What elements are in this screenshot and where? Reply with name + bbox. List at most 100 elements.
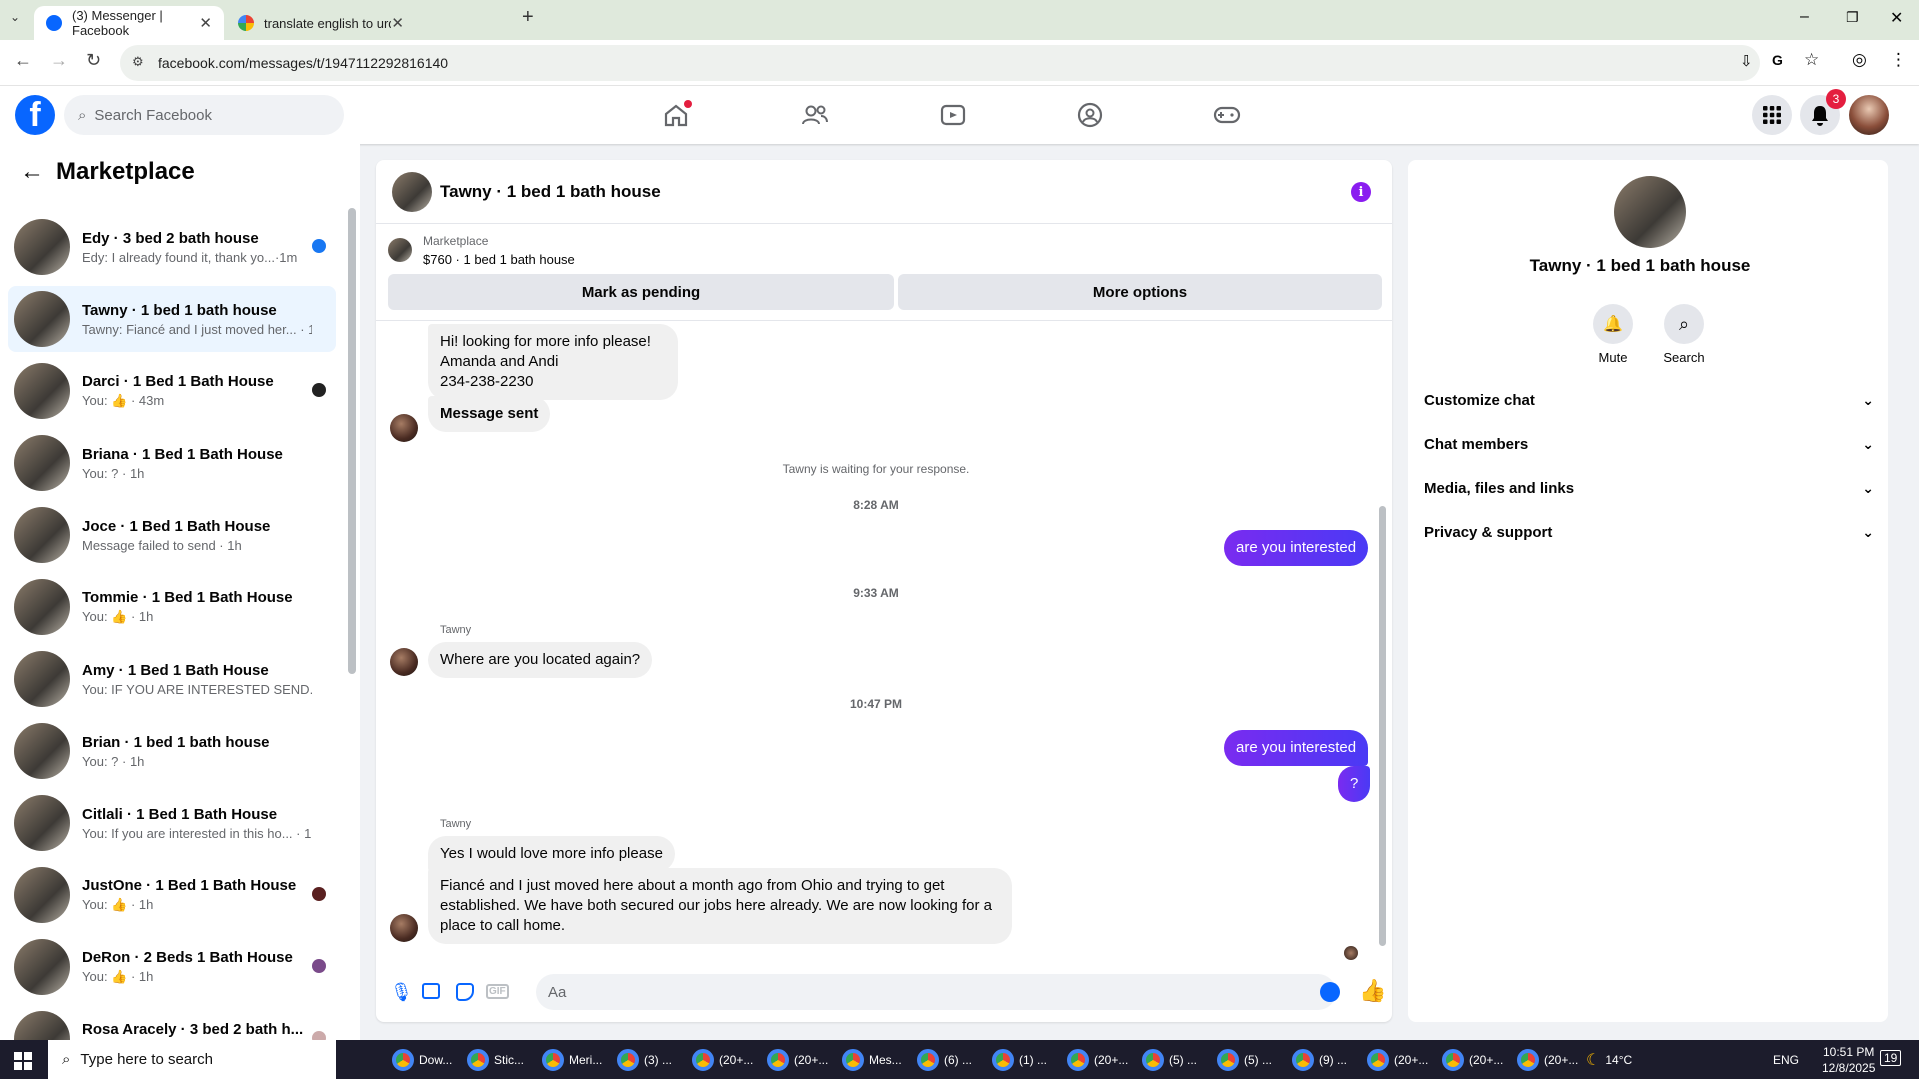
chat-scrollbar[interactable] <box>1379 506 1386 946</box>
groups-nav-icon[interactable] <box>1070 98 1110 132</box>
site-info-icon[interactable]: ⚙ <box>132 54 144 70</box>
taskbar-app[interactable]: (20+... <box>1517 1043 1578 1076</box>
tab-list-chevron-icon[interactable]: ⌄ <box>10 10 20 24</box>
conversation-item[interactable]: Edy · 3 bed 2 bath house Edy: I already f… <box>8 214 336 280</box>
details-photo[interactable] <box>1614 176 1686 248</box>
outgoing-message[interactable]: are you interested <box>1224 530 1369 566</box>
tab-translate[interactable]: translate english to urdu - Goo ✕ <box>226 6 416 40</box>
sidebar-scrollbar[interactable] <box>348 208 356 674</box>
conversation-item[interactable]: Brian · 1 bed 1 bath house You: ? · 1h <box>8 718 336 784</box>
install-app-icon[interactable]: ⇩ <box>1740 52 1753 70</box>
info-icon[interactable]: i <box>1351 182 1371 202</box>
tawny-avatar[interactable] <box>390 648 418 676</box>
incoming-message[interactable]: Hi! looking for more info please! Amanda… <box>428 324 678 400</box>
video-nav-icon[interactable] <box>933 98 973 132</box>
bookmark-star-icon[interactable]: ☆ <box>1804 50 1819 70</box>
tawny-avatar[interactable] <box>390 414 418 442</box>
back-arrow-icon[interactable]: ← <box>20 158 44 186</box>
taskbar-app[interactable]: (20+... <box>767 1043 828 1076</box>
outgoing-message[interactable]: ? <box>1338 766 1371 802</box>
listing-thumb[interactable] <box>388 238 412 262</box>
notification-center-icon[interactable]: 19 <box>1880 1050 1902 1066</box>
facebook-logo-icon[interactable]: f <box>15 95 55 135</box>
new-tab-button[interactable]: + <box>522 6 534 29</box>
window-close-icon[interactable]: ✕ <box>1890 8 1903 28</box>
menu-grid-icon[interactable] <box>1752 95 1792 135</box>
taskbar-app[interactable]: Mes... <box>842 1043 902 1076</box>
sticker-icon[interactable] <box>456 983 474 1001</box>
privacy-support-section[interactable]: Privacy & support ⌄ <box>1424 514 1874 550</box>
emoji-icon[interactable] <box>1320 982 1340 1002</box>
close-tab-icon[interactable]: ✕ <box>199 14 212 32</box>
taskbar-app[interactable]: (6) ... <box>917 1043 972 1076</box>
incoming-message[interactable]: Fiancé and I just moved here about a mon… <box>428 868 1012 944</box>
taskbar-app[interactable]: (20+... <box>692 1043 753 1076</box>
browser-menu-icon[interactable]: ⋮ <box>1890 50 1907 70</box>
close-tab-icon[interactable]: ✕ <box>391 14 404 32</box>
taskbar-app[interactable]: (20+... <box>1367 1043 1428 1076</box>
message-input[interactable]: Aa <box>536 974 1336 1010</box>
outgoing-message[interactable]: are you interested <box>1224 730 1369 766</box>
chat-listing-thumb[interactable] <box>392 172 432 212</box>
listing-detail[interactable]: $760 · 1 bed 1 bath house <box>423 252 575 267</box>
account-avatar[interactable] <box>1849 95 1889 135</box>
conversation-item[interactable]: Amy · 1 Bed 1 Bath House You: IF YOU ARE … <box>8 646 336 712</box>
friends-nav-icon[interactable] <box>795 98 835 132</box>
conversation-item[interactable]: DeRon · 2 Beds 1 Bath House You: 👍 · 1h <box>8 934 336 1000</box>
more-options-button[interactable]: More options <box>898 274 1382 310</box>
url-field[interactable]: facebook.com/messages/t/1947112292816140 <box>120 45 1760 81</box>
tab-messenger[interactable]: (3) Messenger | Facebook ✕ <box>34 6 224 40</box>
conversation-item[interactable]: Rosa Aracely · 3 bed 2 bath h...You: 👍 ·… <box>8 1006 336 1040</box>
thumbs-up-icon[interactable]: 👍 <box>1359 978 1386 1004</box>
taskbar-app[interactable]: (5) ... <box>1217 1043 1272 1076</box>
back-icon[interactable]: ← <box>14 50 32 71</box>
windows-start-icon[interactable] <box>14 1052 32 1070</box>
reload-icon[interactable]: ↻ <box>86 50 101 71</box>
weather-widget[interactable]: ☾ 14°C <box>1586 1043 1632 1076</box>
media-files-links-section[interactable]: Media, files and links ⌄ <box>1424 470 1874 506</box>
taskbar-app[interactable]: (3) ... <box>617 1043 672 1076</box>
incoming-message[interactable]: Message sent <box>428 396 551 432</box>
profile-icon[interactable]: ◎ <box>1852 50 1867 70</box>
clock[interactable]: 10:51 PM 12/8/2025 <box>1822 1044 1875 1076</box>
taskbar-app[interactable]: Meri... <box>542 1043 602 1076</box>
chat-members-section[interactable]: Chat members ⌄ <box>1424 426 1874 462</box>
gif-icon[interactable]: GIF <box>486 984 509 999</box>
mark-pending-button[interactable]: Mark as pending <box>388 274 894 310</box>
taskbar-app[interactable]: (1) ... <box>992 1043 1047 1076</box>
app-label: (20+... <box>719 1052 754 1067</box>
conversation-item[interactable]: JustOne · 1 Bed 1 Bath House You: 👍 · 1h <box>8 862 336 928</box>
language-indicator[interactable]: ENG <box>1773 1043 1799 1076</box>
photo-icon[interactable] <box>422 983 440 999</box>
window-restore-icon[interactable]: ❐ <box>1846 9 1859 26</box>
taskbar-app[interactable]: Dow... <box>392 1043 452 1076</box>
taskbar-app[interactable]: (20+... <box>1067 1043 1128 1076</box>
tawny-avatar[interactable] <box>390 914 418 942</box>
conversation-item[interactable]: Briana · 1 Bed 1 Bath House You: ? · 1h <box>8 430 336 496</box>
taskbar-app[interactable]: (9) ... <box>1292 1043 1347 1076</box>
taskbar-app[interactable]: (20+... <box>1442 1043 1503 1076</box>
search-conversation-button[interactable]: ⌕ <box>1664 304 1704 344</box>
gaming-nav-icon[interactable] <box>1207 98 1247 132</box>
conversation-item[interactable]: Tommie · 1 Bed 1 Bath House You: 👍 · 1h <box>8 574 336 640</box>
forward-icon[interactable]: → <box>50 50 68 71</box>
conversation-item[interactable]: Citlali · 1 Bed 1 Bath House You: If you … <box>8 790 336 856</box>
conversation-item[interactable]: Joce · 1 Bed 1 Bath House Message failed … <box>8 502 336 568</box>
window-minimize-icon[interactable]: – <box>1800 8 1809 26</box>
conversation-item[interactable]: Darci · 1 Bed 1 Bath House You: 👍 · 43m <box>8 358 336 424</box>
facebook-search-input[interactable]: ⌕ Search Facebook <box>64 95 344 135</box>
incoming-message[interactable]: Yes I would love more info please <box>428 836 675 872</box>
mute-button[interactable]: 🔔 <box>1593 304 1633 344</box>
taskbar-app[interactable]: (5) ... <box>1142 1043 1197 1076</box>
customize-chat-section[interactable]: Customize chat ⌄ <box>1424 382 1874 418</box>
microphone-icon[interactable]: 🎙 <box>390 982 413 1003</box>
taskbar-app[interactable]: Stic... <box>467 1043 524 1076</box>
incoming-message[interactable]: Where are you located again? <box>428 642 653 678</box>
translate-icon[interactable]: G <box>1772 52 1783 68</box>
taskbar-search[interactable]: ⌕ Type here to search <box>48 1040 336 1079</box>
home-nav-icon[interactable] <box>656 98 696 132</box>
listing-photo <box>14 795 70 851</box>
tab-title: (3) Messenger | Facebook <box>72 8 163 38</box>
chat-title[interactable]: Tawny · 1 bed 1 bath house <box>440 182 661 202</box>
conversation-item[interactable]: Tawny · 1 bed 1 bath house Tawny: Fiancé … <box>8 286 336 352</box>
